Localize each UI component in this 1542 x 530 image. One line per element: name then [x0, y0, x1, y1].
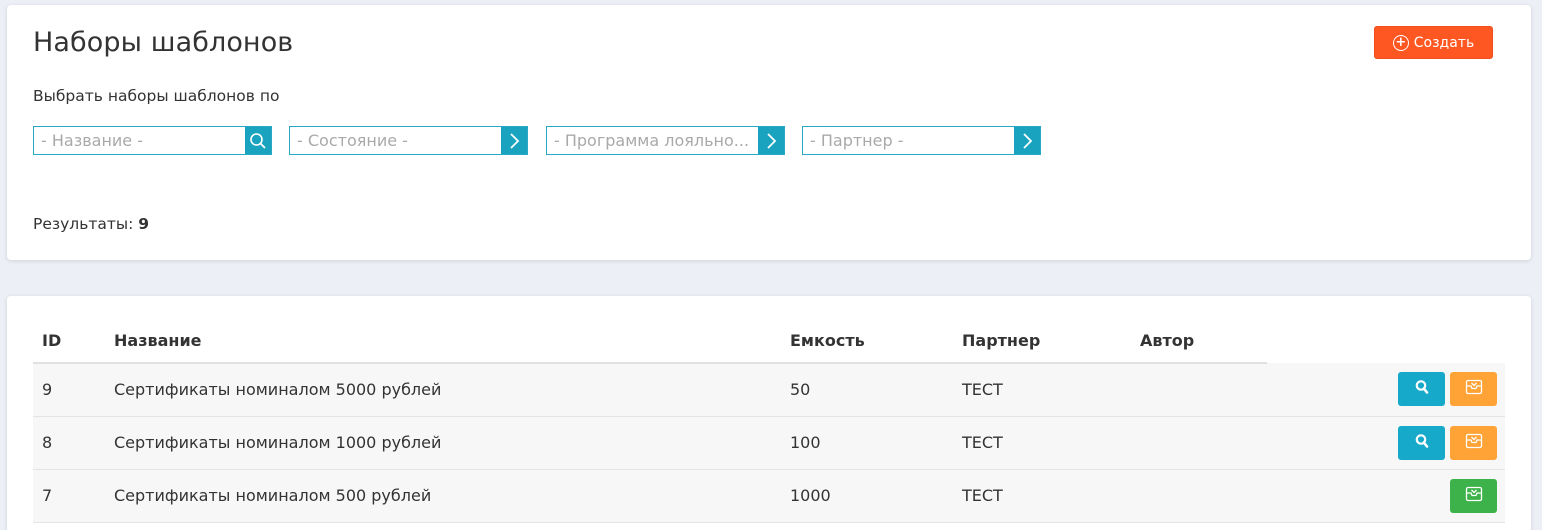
plus-circle-icon: +: [1392, 34, 1409, 51]
table-row[interactable]: 9 Сертификаты номиналом 5000 рублей 50 Т…: [33, 363, 1505, 417]
cell-capacity: 100: [790, 416, 962, 470]
results-value: 9: [138, 215, 150, 233]
template-sets-table: ID Название Емкость Партнер Автор 9 Серт…: [33, 318, 1505, 523]
create-button[interactable]: + Создать: [1374, 26, 1493, 59]
cell-id: 9: [33, 363, 114, 417]
results-label: Результаты:: [33, 215, 134, 233]
cell-capacity: 50: [790, 363, 962, 417]
chevron-right-icon[interactable]: [758, 127, 784, 154]
column-header-name[interactable]: Название: [114, 318, 790, 364]
column-header-author[interactable]: Автор: [1140, 318, 1267, 364]
name-filter-placeholder: - Название -: [41, 131, 143, 150]
archive-box-icon: [1465, 486, 1483, 506]
column-header-actions: [1267, 318, 1505, 363]
chevron-right-icon[interactable]: [501, 127, 527, 154]
table-row[interactable]: 8 Сертификаты номиналом 1000 рублей 100 …: [33, 416, 1505, 470]
cell-name: Сертификаты номиналом 5000 рублей: [114, 363, 790, 417]
cell-id: 8: [33, 416, 114, 470]
filter-label: Выбрать наборы шаблонов по: [33, 87, 280, 105]
cell-actions: [1267, 469, 1505, 523]
results-count: Результаты: 9: [33, 215, 149, 233]
archive-box-icon: [1465, 379, 1483, 399]
column-header-partner[interactable]: Партнер: [962, 318, 1140, 364]
table-row[interactable]: 7 Сертификаты номиналом 500 рублей 1000 …: [33, 469, 1505, 523]
search-icon: [1414, 433, 1430, 453]
partner-filter-select[interactable]: - Партнер -: [802, 126, 1041, 155]
cell-name: Сертификаты номиналом 1000 рублей: [114, 416, 790, 470]
view-button[interactable]: [1398, 372, 1445, 407]
cell-id: 7: [33, 469, 114, 523]
cell-partner: ТЕСТ: [962, 416, 1140, 470]
column-header-capacity[interactable]: Емкость: [790, 318, 962, 364]
cell-author: [1140, 469, 1267, 523]
unarchive-button[interactable]: [1450, 478, 1497, 513]
archive-box-icon: [1465, 433, 1483, 453]
column-header-id[interactable]: ID: [33, 318, 114, 364]
archive-button[interactable]: [1450, 372, 1497, 407]
cell-partner: ТЕСТ: [962, 363, 1140, 417]
cell-author: [1140, 363, 1267, 417]
view-button[interactable]: [1398, 425, 1445, 460]
state-filter-select[interactable]: - Состояние -: [289, 126, 528, 155]
chevron-right-icon[interactable]: [1014, 127, 1040, 154]
cell-partner: ТЕСТ: [962, 469, 1140, 523]
page-title: Наборы шаблонов: [33, 27, 294, 58]
cell-name: Сертификаты номиналом 500 рублей: [114, 469, 790, 523]
create-button-label: Создать: [1413, 34, 1475, 51]
filter-panel: Наборы шаблонов + Создать Выбрать наборы…: [7, 5, 1531, 260]
table-header-row: ID Название Емкость Партнер Автор: [33, 318, 1505, 364]
state-filter-placeholder: - Состояние -: [297, 131, 408, 150]
search-icon[interactable]: [245, 127, 271, 154]
cell-actions: [1267, 416, 1505, 470]
cell-capacity: 1000: [790, 469, 962, 523]
archive-button[interactable]: [1450, 425, 1497, 460]
cell-actions: [1267, 363, 1505, 417]
search-icon: [1414, 379, 1430, 399]
cell-author: [1140, 416, 1267, 470]
table-panel: ID Название Емкость Партнер Автор 9 Серт…: [7, 296, 1531, 530]
program-filter-select[interactable]: - Программа лояльно...: [546, 126, 785, 155]
partner-filter-placeholder: - Партнер -: [810, 131, 904, 150]
name-filter-input[interactable]: - Название -: [33, 126, 272, 155]
program-filter-placeholder: - Программа лояльно...: [554, 131, 750, 150]
